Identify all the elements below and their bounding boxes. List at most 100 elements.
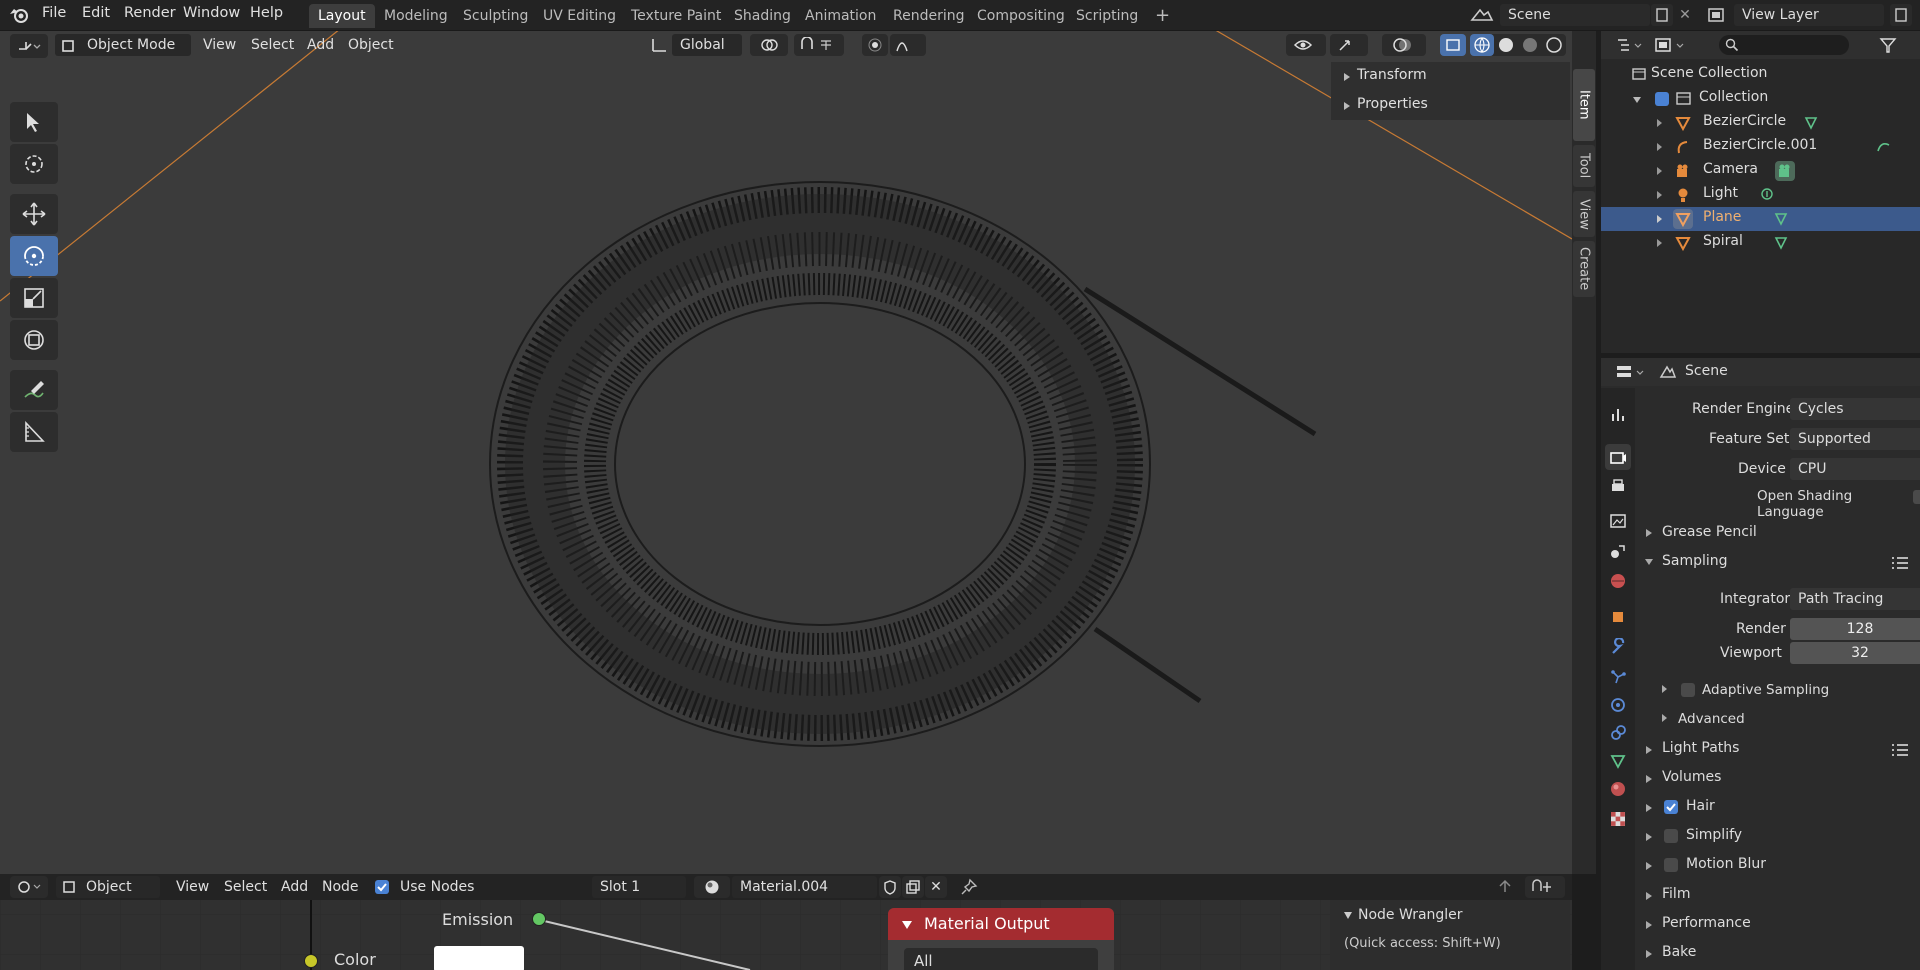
tab-view[interactable]: View [1573,191,1595,237]
display-mode-icon[interactable] [1653,36,1689,54]
view-layer-properties-tab[interactable] [1605,508,1631,534]
tab-animation[interactable]: Animation [796,4,885,28]
panel-performance[interactable]: Performance [1662,915,1751,931]
color-input-socket[interactable] [304,954,318,968]
panel-hair[interactable]: Hair [1686,798,1715,814]
hair-checkbox[interactable] [1664,800,1678,814]
cursor-tool[interactable] [10,144,58,184]
emission-output-socket[interactable] [532,912,546,926]
presets-list-icon[interactable] [1890,554,1910,572]
motion-blur-expand-icon[interactable] [1646,862,1652,870]
world-properties-tab[interactable] [1605,568,1631,594]
node-wrangler-title[interactable]: Node Wrangler [1358,907,1463,923]
menu-edit[interactable]: Edit [82,5,110,21]
duplicate-material-icon[interactable] [902,876,924,898]
pin-icon[interactable] [960,878,978,896]
light-paths-expand-icon[interactable] [1646,746,1652,754]
motion-blur-checkbox[interactable] [1664,858,1678,872]
grease-pencil-expand-icon[interactable] [1646,529,1652,537]
menu-file[interactable]: File [42,5,66,21]
tab-rendering[interactable]: Rendering [884,4,974,28]
proportional-edit-icon[interactable] [862,34,888,56]
osl-checkbox[interactable] [1913,490,1920,504]
tab-layout[interactable]: Layout [309,4,375,28]
render-samples-field[interactable]: 128 [1790,618,1920,640]
falloff-icon[interactable] [890,34,926,56]
use-nodes-checkbox[interactable] [375,880,389,894]
viewport-menu-select[interactable]: Select [251,34,294,56]
tab-modeling[interactable]: Modeling [375,4,457,28]
view-layer-icon[interactable] [1706,6,1732,24]
emission-color-swatch[interactable] [434,946,524,970]
adaptive-sampling-checkbox[interactable] [1681,683,1695,697]
material-name-field[interactable]: Material.004 [732,876,877,898]
device-dropdown[interactable]: CPU [1790,458,1920,480]
outliner-item-spiral[interactable]: Spiral [1601,231,1920,255]
rotate-tool[interactable] [10,236,58,276]
tab-tool[interactable]: Tool [1573,145,1595,187]
delete-scene-icon[interactable]: ✕ [1675,4,1695,26]
view-layer-selector[interactable]: View Layer [1734,4,1884,26]
tab-uv-editing[interactable]: UV Editing [534,4,625,28]
light-paths-presets-icon[interactable] [1890,741,1910,759]
node-editor-type-icon[interactable] [10,876,48,898]
node-menu-add[interactable]: Add [281,876,308,898]
render-properties-tab[interactable] [1605,444,1631,470]
performance-expand-icon[interactable] [1646,921,1652,929]
overlays-icon[interactable] [1382,34,1426,56]
properties-editor-icon[interactable] [1615,363,1651,381]
move-tool[interactable] [10,194,58,234]
slot-dropdown[interactable]: Slot 1 [592,876,686,898]
panel-transform[interactable]: Transform [1357,67,1427,83]
hair-expand-icon[interactable] [1646,804,1652,812]
outliner-item-beziercircle-001[interactable]: BezierCircle.001 [1601,135,1920,159]
tab-create[interactable]: Create [1573,241,1595,297]
tab-compositing[interactable]: Compositing [968,4,1074,28]
3d-viewport[interactable]: Object Mode View Select Add Object Globa… [0,31,1572,874]
output-properties-tab[interactable] [1605,474,1631,500]
outliner-item-camera[interactable]: Camera [1601,159,1920,183]
material-browse-icon[interactable] [694,876,730,898]
expand-icon[interactable] [1657,215,1662,223]
integrator-dropdown[interactable]: Path Tracing [1790,588,1920,610]
gizmo-icon[interactable] [1330,34,1368,56]
material-properties-tab[interactable] [1605,776,1631,802]
light-data-icon[interactable] [1759,187,1775,203]
panel-volumes[interactable]: Volumes [1662,769,1721,785]
texture-properties-tab[interactable] [1605,806,1631,832]
tool-properties-tab[interactable] [1605,402,1631,428]
outliner-editor-icon[interactable] [1615,36,1647,54]
expand-icon[interactable] [1657,143,1662,151]
properties-expand-icon[interactable] [1344,102,1350,110]
parent-node-tree-icon[interactable] [1496,878,1514,896]
scale-tool[interactable] [10,278,58,318]
pivot-point-icon[interactable] [750,34,788,56]
viewport-samples-field[interactable]: 32 [1790,642,1920,664]
target-dropdown[interactable]: All [904,948,1098,970]
node-wrangler-expand-icon[interactable] [1344,912,1352,919]
viewport-menu-object[interactable]: Object [348,34,394,56]
tab-texture-paint[interactable]: Texture Paint [622,4,730,28]
curve-data-icon[interactable] [1875,139,1893,155]
outliner-scene-collection[interactable]: Scene Collection [1601,63,1920,87]
editor-type-icon[interactable] [10,34,48,58]
panel-motion-blur[interactable]: Motion Blur [1686,856,1766,872]
simplify-checkbox[interactable] [1664,829,1678,843]
scene-selector[interactable]: Scene [1500,4,1650,26]
measure-tool[interactable] [10,412,58,452]
panel-sampling[interactable]: Sampling [1662,553,1728,569]
material-output-node[interactable]: Material Output All [888,908,1114,970]
outliner-collection[interactable]: Collection [1601,87,1920,111]
panel-advanced[interactable]: Advanced [1678,711,1745,727]
menu-help[interactable]: Help [250,5,283,21]
add-workspace-button[interactable]: + [1146,4,1179,28]
film-expand-icon[interactable] [1646,892,1652,900]
unlink-material-icon[interactable]: ✕ [925,876,947,898]
modifier-properties-tab[interactable] [1605,634,1631,660]
object-properties-tab[interactable] [1605,604,1631,630]
tab-shading[interactable]: Shading [725,4,800,28]
xray-toggle-icon[interactable] [1440,34,1466,56]
mesh-data-icon[interactable] [1803,115,1819,131]
menu-window[interactable]: Window [183,5,240,21]
sampling-expand-icon[interactable] [1645,559,1653,565]
